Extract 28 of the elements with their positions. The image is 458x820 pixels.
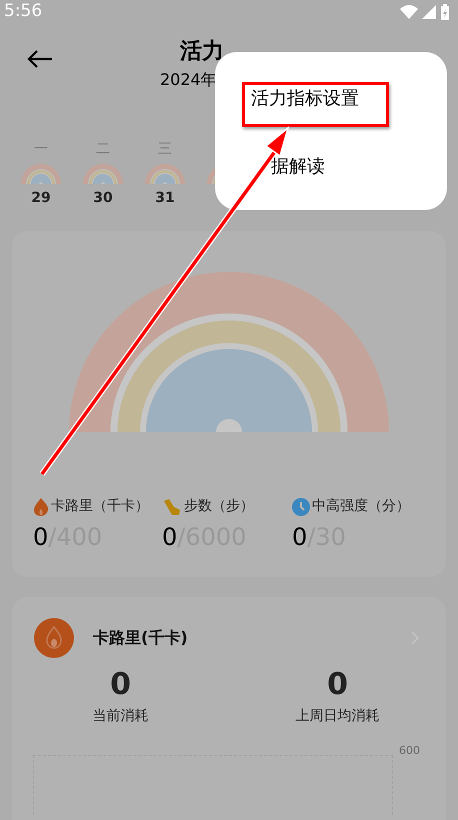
clock-icon xyxy=(292,498,310,516)
signal-icon xyxy=(422,5,436,19)
date-number: 30 xyxy=(93,189,113,208)
back-arrow-icon[interactable] xyxy=(27,50,53,68)
metric-label: 中高强度（分） xyxy=(312,497,410,516)
wifi-icon xyxy=(400,5,418,19)
stat-value: 0 xyxy=(110,668,131,702)
menu-item[interactable]: 活力指标设置 xyxy=(251,84,359,114)
status-time: 5:56 xyxy=(4,0,42,24)
stat-value: 0 xyxy=(327,668,348,702)
date-label: 2024年 xyxy=(160,69,217,91)
date-number: 29 xyxy=(31,189,51,208)
rainbow-icon xyxy=(145,164,185,184)
rainbow-icon xyxy=(21,164,61,184)
shoe-icon xyxy=(162,498,182,516)
card-title: 卡路里(千卡) xyxy=(93,627,189,649)
metric-label: 卡路里（千卡） xyxy=(51,497,149,516)
date-number: 31 xyxy=(155,189,175,208)
flame-icon xyxy=(33,498,49,516)
menu-item[interactable]: 据解读 xyxy=(271,152,325,182)
rainbow-icon xyxy=(83,164,123,184)
page-title: 活力 xyxy=(180,38,224,66)
stat-label: 当前消耗 xyxy=(92,707,148,726)
axis-label: 600 xyxy=(399,745,420,759)
flame-icon xyxy=(34,618,74,658)
metric-label: 步数（步） xyxy=(184,497,254,516)
battery-icon xyxy=(440,4,450,20)
stat-label: 上周日均消耗 xyxy=(296,707,380,726)
